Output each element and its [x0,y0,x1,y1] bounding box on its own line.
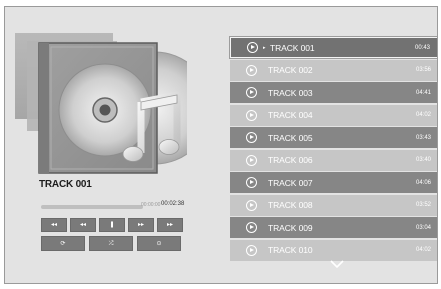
options-button[interactable]: ⊙ [137,236,181,251]
track-name: TRACK 009 [268,222,313,233]
track-name: TRACK 002 [268,65,313,75]
track-name: TRACK 008 [268,200,313,210]
track-duration: 03:56 [415,67,431,73]
play-circle-icon [246,199,257,211]
track-name: TRACK 004 [268,110,313,120]
now-playing-marker-icon: ▸ [263,44,266,51]
track-row[interactable]: TRACK 004 04:02 [230,104,437,126]
track-row[interactable]: TRACK 009 03:04 [230,217,437,238]
track-row[interactable]: ▸ TRACK 001 00:43 [230,37,437,58]
pause-button[interactable]: ❚ [99,218,125,232]
track-row[interactable]: TRACK 002 03:56 [230,59,437,81]
track-row[interactable]: TRACK 010 04:02 [230,239,437,261]
play-circle-icon [246,222,257,233]
repeat-button[interactable]: ⟳ [41,236,85,251]
track-name: TRACK 006 [268,155,313,165]
track-duration: 04:06 [415,179,431,186]
track-row[interactable]: TRACK 005 03:43 [230,127,437,148]
play-circle-icon [246,87,257,98]
total-time: 00:02:38 [161,201,185,207]
now-playing-title: TRACK 001 [39,179,92,190]
track-duration: 03:40 [415,157,431,163]
track-list: ▸ TRACK 001 00:43 TRACK 002 03:56 TRACK 003 04… [230,37,437,262]
track-name: TRACK 001 [270,42,315,53]
mode-controls: ⟳ ⤮ ⊙ [41,236,181,251]
track-name: TRACK 005 [268,132,313,143]
fast-forward-button[interactable]: ▸▸ [128,218,154,232]
track-duration: 03:43 [415,134,431,141]
play-circle-icon [246,154,257,166]
track-row[interactable]: TRACK 008 03:52 [230,194,437,216]
track-duration: 04:02 [415,247,431,253]
track-row[interactable]: TRACK 007 04:06 [230,172,437,193]
playback-controls: ◂◂ ◂◂ ❚ ▸▸ ▸▸ [41,218,183,232]
play-circle-icon [246,177,257,188]
play-circle-icon [246,109,257,121]
progress-bar[interactable] [41,205,143,209]
current-time: 00:00:00 [141,202,161,208]
track-duration: 04:41 [415,89,431,96]
track-row[interactable]: TRACK 006 03:40 [230,149,437,171]
skip-forward-button[interactable]: ▸▸ [157,218,183,232]
play-circle-icon [246,132,257,143]
play-circle-icon [246,244,257,256]
track-row[interactable]: TRACK 003 04:41 [230,82,437,103]
track-duration: 04:02 [415,112,431,118]
music-player-screen: TRACK 001 00:00:00 00:02:38 ◂◂ ◂◂ ❚ ▸▸ ▸▸ ⟳ ⤮… [4,6,438,284]
track-duration: 03:52 [415,202,431,208]
chevron-down-icon[interactable] [330,259,344,269]
track-duration: 03:04 [415,224,431,231]
rewind-button[interactable]: ◂◂ [70,218,96,232]
track-name: TRACK 010 [268,245,313,255]
play-circle-icon [246,64,257,76]
play-circle-icon [247,42,258,53]
music-album-icon [38,42,187,174]
track-duration: 00:43 [414,44,430,51]
track-name: TRACK 003 [268,87,313,98]
skip-back-button[interactable]: ◂◂ [41,218,67,232]
album-art [37,41,187,175]
track-name: TRACK 007 [268,177,313,188]
shuffle-button[interactable]: ⤮ [89,236,133,251]
